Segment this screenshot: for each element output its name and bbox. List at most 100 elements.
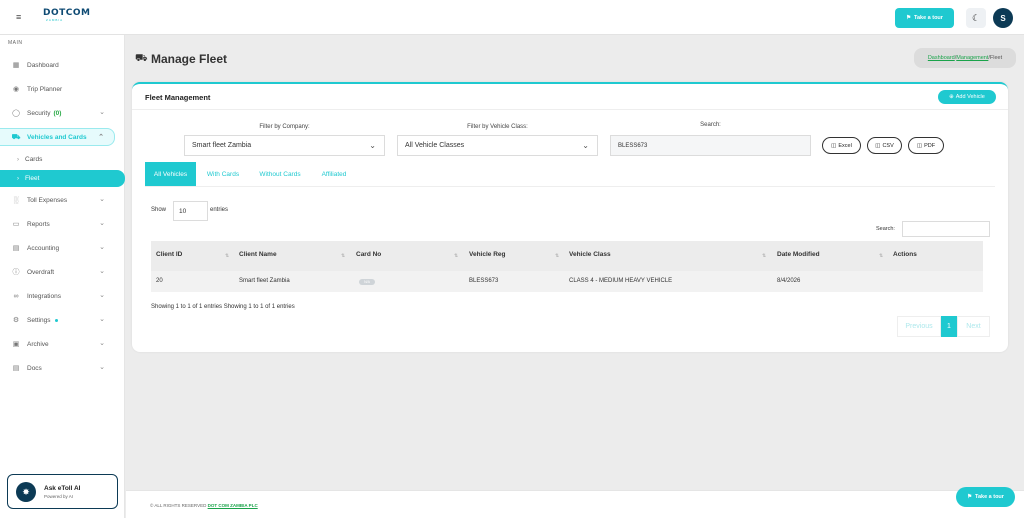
take-tour-label: Take a tour — [975, 494, 1004, 500]
sidebar-item-archive[interactable]: ▣ Archive ⌄ — [0, 335, 125, 353]
sidebar-item-reports[interactable]: ▭ Reports ⌄ — [0, 215, 125, 233]
tour-icon: ⚑ — [906, 15, 911, 21]
sidebar-item-docs[interactable]: ▤ Docs ⌄ — [0, 359, 125, 377]
column-client-id[interactable]: Client ID — [156, 251, 182, 258]
pagination-next[interactable]: Next — [957, 316, 990, 337]
docs-icon: ▤ — [12, 365, 20, 372]
footer: © ALL RIGHTS RESERVED DOT COM ZAMBIA PLC — [126, 490, 1024, 518]
export-excel-button[interactable]: ◫ Excel — [822, 137, 861, 154]
search-value: BLESS673 — [618, 142, 648, 149]
sidebar-item-toll-expenses[interactable]: ░ Toll Expenses ⌄ — [0, 191, 125, 209]
chevron-right-icon: › — [17, 175, 19, 182]
pagination-previous[interactable]: Previous — [897, 316, 941, 337]
page-title: Manage Fleet — [151, 52, 228, 66]
column-vehicle-class[interactable]: Vehicle Class — [569, 251, 611, 258]
sidebar-item-overdraft[interactable]: ⓘ Overdraft ⌄ — [0, 263, 125, 281]
sidebar-item-integrations[interactable]: ∞ Integrations ⌄ — [0, 287, 125, 305]
export-excel-label: Excel — [838, 142, 852, 149]
sidebar-item-vehicles-and-cards[interactable]: ⛟ Vehicles and Cards ⌃ — [0, 128, 115, 146]
entries-label: entries — [210, 207, 229, 213]
sort-icon[interactable]: ⇅ — [341, 253, 345, 259]
csv-icon: ◫ — [875, 142, 881, 149]
table-row[interactable]: 20 Smart fleet Zambia N/A BLESS673 CLASS… — [151, 271, 983, 292]
theme-toggle-button[interactable]: ☾ — [966, 8, 986, 28]
chevron-down-icon: ⌄ — [99, 196, 105, 203]
archive-icon: ▣ — [12, 341, 20, 348]
pagination-page-1[interactable]: 1 — [941, 316, 957, 337]
sort-icon[interactable]: ⇅ — [225, 253, 229, 259]
chevron-down-icon: ⌄ — [99, 316, 105, 323]
show-label: Show — [151, 207, 167, 213]
breadcrumb-dashboard-link[interactable]: Dashboard — [928, 55, 955, 61]
link-icon: ∞ — [13, 292, 19, 300]
hamburger-icon[interactable]: ≡ — [16, 12, 21, 22]
cell-vehicle-class: CLASS 4 - MEDIUM HEAVY VEHICLE — [569, 278, 673, 284]
table-search-input[interactable] — [902, 221, 990, 237]
entries-per-page-input[interactable]: 10 — [173, 201, 208, 221]
gear-icon: ⚙ — [12, 317, 20, 324]
sidebar-item-settings[interactable]: ⚙ Settings ⌄ — [0, 311, 125, 329]
take-tour-floating-button[interactable]: ⚑ Take a tour — [956, 487, 1015, 507]
export-csv-label: CSV — [882, 142, 894, 149]
cell-vehicle-reg: BLESS673 — [469, 278, 499, 284]
sidebar-item-security[interactable]: ◯ Security (0) ⌄ — [0, 104, 125, 122]
chevron-down-icon: ⌄ — [99, 109, 105, 116]
filter-class-value: All Vehicle Classes — [405, 142, 465, 149]
search-label: Search: — [700, 122, 721, 128]
add-vehicle-button[interactable]: ⊕ Add Vehicle — [938, 90, 996, 104]
sidebar-subitem-cards[interactable]: › Cards — [0, 151, 125, 168]
pdf-icon: ◫ — [916, 142, 923, 149]
footer-company-link[interactable]: DOT COM ZAMBIA PLC — [208, 503, 258, 508]
cell-client-name: Smart fleet Zambia — [239, 278, 290, 284]
tab-affiliated[interactable]: Affiliated — [314, 162, 354, 186]
excel-icon: ◫ — [831, 142, 837, 149]
sidebar-item-trip-planner[interactable]: ◉ Trip Planner — [0, 80, 125, 98]
ask-ai-button[interactable]: ✸ Ask eToll AI Powered by AI — [7, 474, 118, 509]
filter-class-label: Filter by Vehicle Class: — [467, 124, 528, 130]
avatar[interactable]: S — [993, 8, 1013, 28]
filter-class-select[interactable]: All Vehicle Classes ⌄ — [397, 135, 598, 156]
breadcrumb-current: Fleet — [989, 55, 1003, 61]
tab-all-vehicles[interactable]: All Vehicles — [145, 162, 196, 186]
sidebar-item-label: Reports — [27, 220, 50, 228]
sidebar-subitem-label: Fleet — [25, 175, 40, 182]
book-icon: ▤ — [12, 245, 20, 252]
sort-icon[interactable]: ⇅ — [762, 253, 766, 259]
ask-ai-subtitle: Powered by AI — [44, 494, 74, 499]
cell-client-id: 20 — [156, 278, 163, 284]
sidebar-subitem-label: Cards — [25, 156, 43, 163]
footer-rights: © ALL RIGHTS RESERVED — [150, 503, 207, 508]
chevron-down-icon: ⌄ — [582, 141, 589, 150]
sort-icon[interactable]: ⇅ — [454, 253, 458, 259]
tab-with-cards[interactable]: With Cards — [200, 162, 246, 186]
security-count-badge: (0) — [53, 109, 62, 117]
chevron-down-icon: ⌄ — [99, 220, 105, 227]
sidebar-subitem-fleet[interactable]: › Fleet — [0, 170, 125, 187]
take-tour-button[interactable]: ⚑ Take a tour — [895, 8, 954, 28]
logo[interactable]: DOTCOM — [43, 8, 90, 18]
sort-icon[interactable]: ⇅ — [879, 253, 883, 259]
sidebar-item-label: Docs — [27, 364, 42, 372]
ask-ai-title: Ask eToll AI — [44, 485, 81, 492]
search-input[interactable]: BLESS673 — [610, 135, 811, 156]
sidebar-item-dashboard[interactable]: ▦ Dashboard — [0, 56, 125, 74]
column-vehicle-reg[interactable]: Vehicle Reg — [469, 251, 506, 258]
breadcrumb-management-link[interactable]: Management — [956, 55, 988, 61]
bar-chart-icon: ░ — [13, 196, 19, 204]
sidebar-item-label: Integrations — [27, 292, 61, 300]
export-csv-button[interactable]: ◫ CSV — [867, 137, 902, 154]
export-pdf-label: PDF — [924, 142, 936, 149]
export-pdf-button[interactable]: ◫ PDF — [908, 137, 944, 154]
plus-circle-icon: ⊕ — [949, 94, 954, 100]
top-bar: ≡ DOTCOM ZAMBIA ⚑ Take a tour ☾ S — [0, 0, 1024, 35]
card-no-badge: N/A — [359, 279, 375, 285]
column-client-name[interactable]: Client Name — [239, 251, 277, 258]
sort-icon[interactable]: ⇅ — [555, 253, 559, 259]
filter-company-value: Smart fleet Zambia — [192, 142, 252, 149]
settings-notification-dot — [54, 318, 58, 322]
filter-company-select[interactable]: Smart fleet Zambia ⌄ — [184, 135, 385, 156]
column-date-modified[interactable]: Date Modified — [777, 251, 820, 258]
tab-without-cards[interactable]: Without Cards — [250, 162, 310, 186]
sidebar-item-accounting[interactable]: ▤ Accounting ⌄ — [0, 239, 125, 257]
column-card-no[interactable]: Card No — [356, 251, 381, 258]
